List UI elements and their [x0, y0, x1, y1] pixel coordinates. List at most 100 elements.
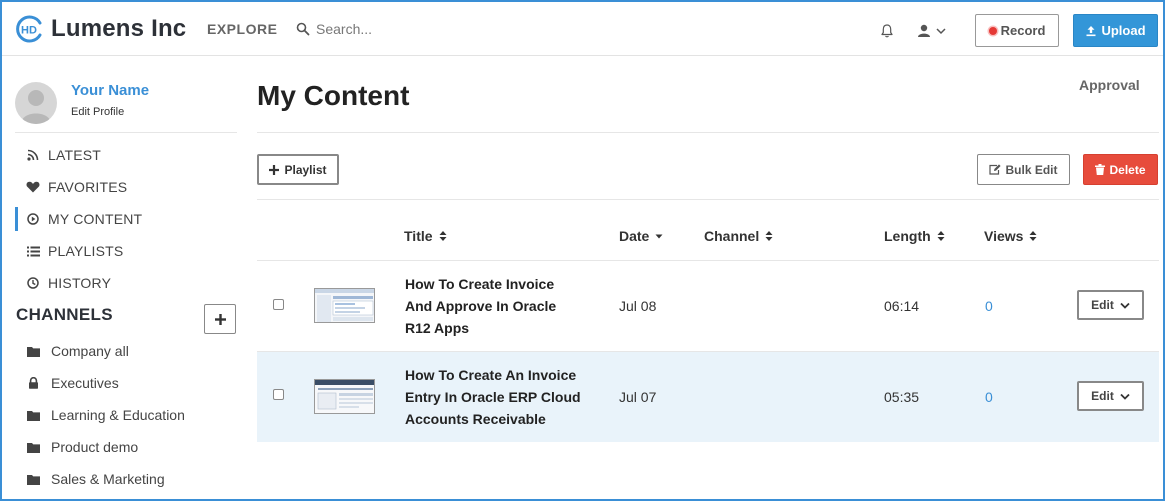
approval-tab[interactable]: Approval [1079, 77, 1140, 93]
top-header: HD Lumens Inc EXPLORE Record Upload [2, 2, 1163, 56]
sidebar-divider [15, 132, 237, 133]
avatar[interactable] [15, 82, 57, 124]
thumbnail-image [315, 289, 374, 322]
channel-item-executives[interactable]: Executives [15, 372, 235, 394]
column-header-label: Channel [704, 228, 760, 244]
row-checkbox[interactable] [273, 389, 284, 400]
plus-icon [214, 313, 226, 325]
table-row[interactable]: How To Create Invoice And Approve In Ora… [257, 261, 1159, 351]
sidebar-item-label: MY CONTENT [48, 211, 143, 227]
column-header-label: Title [404, 228, 433, 244]
playlist-label: Playlist [284, 162, 327, 177]
title-line: Entry In Oracle ERP Cloud [405, 389, 581, 405]
video-title[interactable]: How To Create An Invoice Entry In Oracle… [405, 364, 605, 430]
edit-icon [989, 164, 1002, 175]
row-checkbox[interactable] [273, 299, 284, 310]
sidebar-item-history[interactable]: HISTORY [15, 271, 235, 295]
video-thumbnail[interactable] [314, 288, 375, 323]
bell-icon[interactable] [879, 23, 895, 39]
channel-label: Sales & Marketing [51, 471, 165, 487]
column-header-date[interactable]: Date [619, 228, 663, 244]
channel-item-company-all[interactable]: Company all [15, 340, 235, 362]
title-line: Accounts Receivable [405, 411, 546, 427]
sidebar-item-my-content[interactable]: MY CONTENT [15, 207, 235, 231]
edit-label: Edit [1091, 389, 1114, 403]
title-line: How To Create Invoice [405, 276, 555, 292]
sidebar-item-label: HISTORY [48, 275, 112, 291]
sidebar-item-favorites[interactable]: FAVORITES [15, 175, 235, 199]
video-views[interactable]: 0 [985, 389, 993, 405]
trash-icon [1095, 164, 1106, 175]
upload-label: Upload [1101, 23, 1146, 38]
upload-icon [1086, 25, 1096, 36]
user-menu-icon[interactable] [916, 23, 950, 39]
logo-text: HD [21, 25, 37, 37]
channel-item-learning-education[interactable]: Learning & Education [15, 404, 235, 426]
add-playlist-button[interactable]: Playlist [257, 154, 339, 185]
sort-icon [765, 231, 773, 241]
edit-label: Edit [1091, 298, 1114, 312]
video-title[interactable]: How To Create Invoice And Approve In Ora… [405, 273, 605, 339]
title-divider [257, 132, 1159, 133]
channels-heading: CHANNELS [16, 305, 113, 324]
edit-dropdown-button[interactable]: Edit [1077, 290, 1144, 320]
title-line: And Approve In Oracle [405, 298, 557, 314]
channel-item-product-demo[interactable]: Product demo [15, 436, 235, 458]
title-line: How To Create An Invoice [405, 367, 577, 383]
sidebar-item-playlists[interactable]: PLAYLISTS [15, 239, 235, 263]
column-header-label: Views [984, 228, 1024, 244]
sidebar-item-label: FAVORITES [48, 179, 128, 195]
sort-desc-icon [655, 234, 663, 239]
folder-icon [26, 408, 40, 422]
edit-dropdown-button[interactable]: Edit [1077, 381, 1144, 411]
column-header-length[interactable]: Length [884, 228, 945, 244]
profile-name[interactable]: Your Name [71, 82, 149, 99]
upload-button[interactable]: Upload [1073, 14, 1158, 47]
record-dot-icon [988, 26, 997, 35]
delete-button[interactable]: Delete [1083, 154, 1158, 185]
video-date: Jul 08 [619, 298, 657, 314]
video-date: Jul 07 [619, 389, 657, 405]
video-length: 06:14 [884, 298, 920, 314]
channel-item-sales-marketing[interactable]: Sales & Marketing [15, 468, 235, 490]
video-views[interactable]: 0 [985, 298, 993, 314]
search-input[interactable] [316, 18, 556, 40]
edit-profile-link[interactable]: Edit Profile [71, 106, 124, 118]
sort-icon [937, 231, 945, 241]
sort-icon [439, 231, 447, 241]
lock-icon [26, 376, 40, 390]
folder-icon [26, 472, 40, 486]
add-channel-button[interactable] [204, 304, 236, 334]
folder-icon [26, 440, 40, 454]
thumbnail-image [315, 380, 374, 413]
column-header-views[interactable]: Views [984, 228, 1037, 244]
plus-icon [269, 164, 280, 175]
table-row[interactable]: How To Create An Invoice Entry In Oracle… [257, 352, 1159, 442]
channel-label: Learning & Education [51, 407, 185, 423]
explore-link[interactable]: EXPLORE [207, 21, 277, 37]
sidebar-item-label: PLAYLISTS [48, 243, 124, 259]
video-thumbnail[interactable] [314, 379, 375, 414]
bulk-edit-button[interactable]: Bulk Edit [977, 154, 1070, 185]
record-button[interactable]: Record [975, 14, 1059, 47]
sidebar-item-latest[interactable]: LATEST [15, 143, 235, 167]
column-header-title[interactable]: Title [404, 228, 447, 244]
chevron-down-icon [1120, 302, 1130, 309]
column-header-channel[interactable]: Channel [704, 228, 773, 244]
bulk-edit-label: Bulk Edit [1005, 162, 1058, 177]
channel-label: Company all [51, 343, 129, 359]
column-header-label: Length [884, 228, 931, 244]
avatar-silhouette-icon [21, 90, 51, 124]
play-circle-icon [26, 212, 40, 226]
rss-icon [26, 148, 40, 162]
video-length: 05:35 [884, 389, 920, 405]
folder-icon [26, 344, 40, 358]
search-icon [296, 22, 310, 36]
logo-icon[interactable]: HD [14, 14, 44, 44]
sort-icon [1029, 231, 1037, 241]
record-label: Record [1000, 23, 1046, 38]
brand-name[interactable]: Lumens Inc [51, 15, 186, 43]
channel-label: Executives [51, 375, 119, 391]
page-title: My Content [257, 80, 410, 111]
app-window: HD Lumens Inc EXPLORE Record Upload [0, 0, 1165, 501]
